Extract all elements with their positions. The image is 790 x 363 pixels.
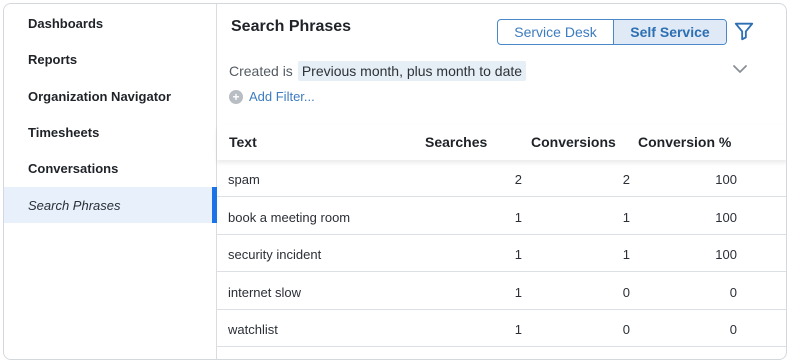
sidebar-item-label: Organization Navigator — [28, 88, 172, 104]
cell-searches: 1 — [514, 247, 522, 262]
sidebar: Dashboards Reports Organization Navigato… — [4, 4, 217, 359]
add-filter-button[interactable]: + Add Filter... — [229, 89, 315, 104]
column-header-searches[interactable]: Searches — [425, 134, 487, 150]
page-title: Search Phrases — [231, 18, 352, 35]
app-frame: Dashboards Reports Organization Navigato… — [3, 3, 787, 360]
cell-text: spam — [228, 172, 260, 187]
sidebar-item-timesheets[interactable]: Timesheets — [4, 114, 217, 150]
cell-conversions: 2 — [622, 172, 630, 187]
cell-text: internet slow — [228, 285, 301, 300]
criteria-value[interactable]: Previous month, plus month to date — [297, 61, 527, 81]
cell-conversions: 0 — [622, 322, 630, 337]
cell-conversion-pct: 100 — [715, 172, 737, 187]
cell-conversion-pct: 0 — [729, 285, 737, 300]
cell-searches: 2 — [514, 172, 522, 187]
cell-conversions: 1 — [622, 210, 630, 225]
cell-conversions: 1 — [622, 247, 630, 262]
cell-conversion-pct: 0 — [729, 322, 737, 337]
sidebar-item-organization-navigator[interactable]: Organization Navigator — [4, 78, 217, 114]
sidebar-item-label: Search Phrases — [28, 197, 121, 213]
self-service-toggle[interactable]: Self Service — [614, 20, 726, 44]
column-header-text[interactable]: Text — [229, 134, 257, 150]
table-row[interactable]: security incident 1 1 100 — [217, 235, 786, 272]
table-row[interactable]: spam 2 2 100 — [217, 160, 786, 197]
service-desk-toggle[interactable]: Service Desk — [498, 20, 614, 44]
cell-searches: 1 — [514, 285, 522, 300]
chevron-down-icon[interactable] — [731, 60, 749, 78]
cell-text: watchlist — [228, 322, 278, 337]
table-row[interactable]: internet slow 1 0 0 — [217, 273, 786, 310]
table-row[interactable]: watchlist 1 0 0 — [217, 310, 786, 347]
add-filter-label: Add Filter... — [249, 89, 315, 104]
sidebar-item-label: Dashboards — [28, 15, 104, 31]
sidebar-item-label: Reports — [28, 51, 78, 67]
cell-text: security incident — [228, 247, 322, 262]
sidebar-item-reports[interactable]: Reports — [4, 41, 217, 77]
criteria-field: Created is — [229, 63, 293, 79]
cell-searches: 1 — [514, 210, 522, 225]
sidebar-item-search-phrases[interactable]: Search Phrases — [4, 187, 217, 223]
table-header: Text Searches Conversions Conversion % — [217, 125, 786, 160]
column-header-conversion-pct[interactable]: Conversion % — [638, 134, 731, 150]
cell-searches: 1 — [514, 322, 522, 337]
table-row[interactable]: book a meeting room 1 1 100 — [217, 198, 786, 235]
filter-criteria: Created is Previous month, plus month to… — [229, 61, 527, 81]
cell-text: book a meeting room — [228, 210, 351, 225]
sidebar-item-dashboards[interactable]: Dashboards — [4, 5, 217, 41]
main-panel: Search Phrases Service Desk Self Service… — [217, 4, 786, 359]
sidebar-item-label: Conversations — [28, 160, 119, 176]
cell-conversions: 0 — [622, 285, 630, 300]
filter-icon[interactable] — [733, 20, 755, 42]
cell-conversion-pct: 100 — [715, 210, 737, 225]
cell-conversion-pct: 100 — [715, 247, 737, 262]
sidebar-item-conversations[interactable]: Conversations — [4, 150, 217, 186]
plus-icon: + — [229, 89, 243, 104]
sidebar-item-label: Timesheets — [28, 124, 100, 140]
source-toggle: Service Desk Self Service — [497, 19, 727, 45]
column-header-conversions[interactable]: Conversions — [531, 134, 616, 150]
